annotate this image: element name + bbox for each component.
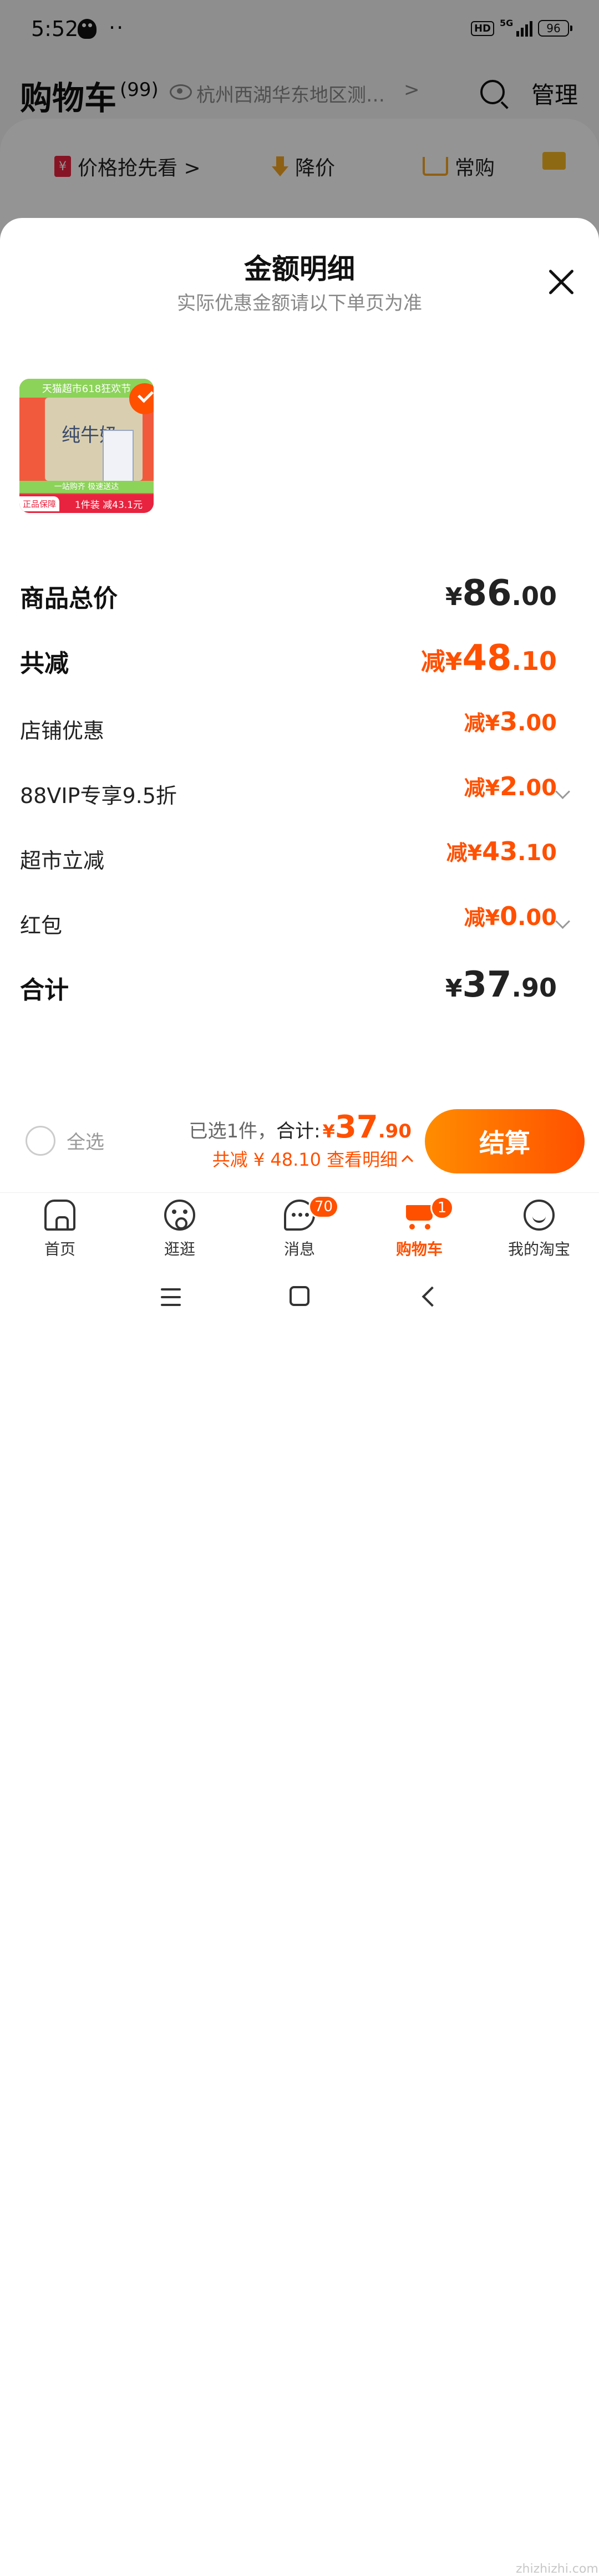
message-badge: 70 — [308, 1195, 339, 1218]
row-amount: 减¥ 2.00 — [464, 771, 557, 801]
row-amount: 减¥ 3.00 — [464, 707, 557, 736]
menu-icon[interactable] — [161, 1288, 181, 1306]
tab-label: 消息 — [283, 1240, 315, 1258]
row-label: 红包 — [20, 913, 63, 938]
row-goods-total: 商品总价 ¥86.00 — [20, 573, 557, 617]
sheet-subtitle: 实际优惠金额请以下单页为准 — [177, 292, 422, 314]
tab-label: 我的淘宝 — [507, 1240, 570, 1258]
bottom-tab-bar: 首页 逛逛 70 消息 1 购物车 我的淘宝 — [0, 1192, 599, 1268]
row-label: 超市立减 — [20, 848, 105, 873]
authentic-badge: 正品保障 — [19, 496, 60, 511]
row-label: 共减 — [20, 649, 69, 678]
chevron-up-icon — [401, 1155, 414, 1167]
amount-detail-sheet: 金额明细 实际优惠金额请以下单页为准 天猫超市618狂欢节 纯牛奶 一站购齐 极… — [0, 218, 599, 1192]
total-integer: 37 — [334, 1109, 378, 1145]
row-label: 店铺优惠 — [20, 719, 105, 743]
product-thumbnail[interactable]: 天猫超市618狂欢节 纯牛奶 一站购齐 极速送达 1件装 减43.1元 正品保障 — [19, 379, 154, 513]
checkout-button[interactable]: 结算 — [425, 1109, 585, 1173]
row-amount: ¥37.90 — [445, 964, 557, 1005]
select-all-label[interactable]: 全选 — [67, 1127, 104, 1154]
cart-badge: 1 — [430, 1196, 454, 1220]
view-detail-link[interactable]: 查看明细 — [327, 1146, 398, 1171]
row-amount: 减¥ 0.00 — [464, 901, 557, 931]
watermark: zhizhizhi.com — [516, 2562, 598, 2576]
tab-label: 逛逛 — [164, 1240, 195, 1258]
row-vip-discount[interactable]: 88VIP专享9.5折 减¥ 2.00 — [20, 771, 570, 815]
total-label: 合计: — [276, 1120, 321, 1142]
tab-label: 首页 — [44, 1240, 75, 1258]
saving-summary[interactable]: 共减 ¥ 48.10 查看明细 — [212, 1146, 414, 1171]
tab-my-taobao[interactable]: 我的淘宝 — [479, 1193, 599, 1268]
selected-count: 已选1件， — [189, 1120, 277, 1142]
row-label: 合计 — [20, 976, 69, 1004]
row-amount: ¥86.00 — [445, 573, 557, 614]
selected-summary: 已选1件， 合计: ¥37.90 — [189, 1109, 412, 1145]
tab-cart[interactable]: 1 购物车 — [359, 1193, 479, 1268]
total-decimal: .90 — [378, 1120, 412, 1142]
home-icon — [44, 1200, 75, 1231]
tab-browse[interactable]: 逛逛 — [120, 1193, 240, 1268]
select-all-radio[interactable] — [26, 1126, 55, 1156]
saving-amount: 共减 ¥ 48.10 — [212, 1149, 321, 1170]
row-grand-total: 合计 ¥37.90 — [20, 964, 557, 1009]
row-label: 商品总价 — [20, 585, 118, 613]
row-store-discount: 店铺优惠 减¥ 3.00 — [20, 706, 557, 750]
sheet-title: 金额明细 — [244, 253, 355, 285]
row-total-discount: 共减 减¥ 48.10 — [20, 638, 557, 682]
smiley-icon — [524, 1200, 555, 1231]
home-square-icon[interactable] — [290, 1286, 309, 1306]
chevron-down-icon[interactable] — [555, 914, 570, 929]
tab-home[interactable]: 首页 — [0, 1193, 120, 1268]
back-icon[interactable] — [422, 1286, 443, 1307]
row-supermarket-discount: 超市立减 减¥ 43.10 — [20, 836, 557, 880]
chevron-down-icon[interactable] — [555, 784, 570, 799]
row-red-packet[interactable]: 红包 减¥ 0.00 — [20, 901, 570, 945]
row-amount: 减¥ 48.10 — [420, 638, 557, 679]
tab-label: 购物车 — [395, 1240, 443, 1258]
row-label: 88VIP专享9.5折 — [20, 784, 177, 808]
browse-face-icon — [164, 1200, 195, 1231]
total-currency: ¥ — [322, 1121, 335, 1142]
system-nav-bar: zhizhizhi.com — [0, 1267, 599, 2576]
promo-strip: 一站购齐 极速送达 — [19, 481, 154, 493]
row-amount: 减¥ 43.10 — [446, 836, 557, 866]
milk-carton-image — [103, 430, 134, 485]
tab-messages[interactable]: 70 消息 — [240, 1193, 359, 1268]
close-icon[interactable] — [546, 267, 577, 298]
